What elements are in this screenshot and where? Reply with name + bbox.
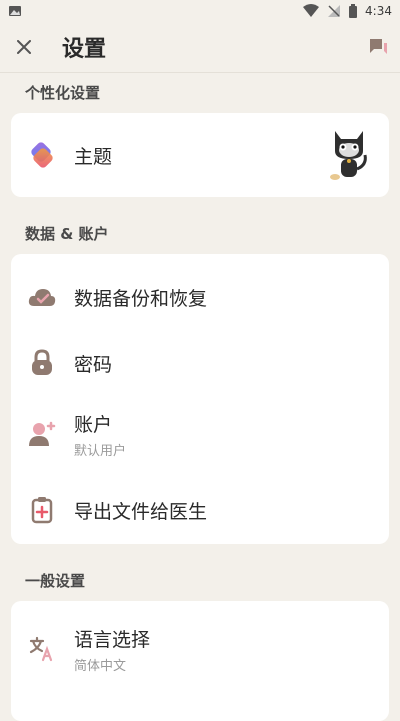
status-time: 4:34 — [365, 4, 392, 18]
wifi-icon — [303, 4, 320, 17]
translate-icon — [27, 634, 57, 664]
medical-clipboard-icon — [27, 495, 57, 525]
password-label: 密码 — [74, 353, 113, 376]
lock-icon — [27, 348, 57, 378]
backup-restore-label: 数据备份和恢复 — [74, 287, 208, 310]
close-icon — [17, 40, 31, 54]
backup-restore-item[interactable]: 数据备份和恢复 — [11, 256, 389, 338]
export-to-doctor-item[interactable]: 导出文件给医生 — [11, 480, 389, 540]
personalization-card: 主题 — [11, 113, 389, 197]
export-to-doctor-label: 导出文件给医生 — [74, 500, 208, 523]
theme-item[interactable]: 主题 — [11, 113, 389, 197]
status-bar: 4:34 — [0, 0, 400, 22]
no-signal-icon — [328, 5, 341, 17]
section-title-data-account: 数据 & 账户 — [25, 225, 109, 243]
section-title-general: 一般设置 — [25, 572, 86, 590]
account-subtitle: 默认用户 — [74, 443, 127, 459]
theme-label: 主题 — [74, 145, 113, 168]
gallery-icon — [9, 6, 21, 16]
app-bar: 设置 — [0, 22, 400, 73]
theme-icon — [27, 140, 57, 170]
close-button[interactable] — [12, 35, 36, 59]
user-add-icon — [27, 419, 57, 449]
language-label: 语言选择 — [74, 628, 151, 651]
password-item[interactable]: 密码 — [11, 338, 389, 388]
feedback-button[interactable] — [368, 36, 390, 58]
chat-icon — [370, 39, 387, 54]
cat-mascot-image — [327, 125, 371, 185]
battery-icon — [349, 4, 358, 18]
language-subtitle: 简体中文 — [74, 658, 127, 674]
page-title: 设置 — [62, 37, 107, 62]
account-label: 账户 — [74, 413, 113, 436]
general-card: 语言选择 简体中文 — [11, 601, 389, 721]
section-title-personalization: 个性化设置 — [25, 84, 101, 102]
cloud-backup-icon — [27, 282, 57, 312]
account-item[interactable]: 账户 默认用户 — [11, 388, 389, 480]
language-item[interactable]: 语言选择 简体中文 — [11, 601, 389, 697]
data-account-card: 数据备份和恢复 密码 账户 默认用户 导出文件给医生 — [11, 254, 389, 544]
